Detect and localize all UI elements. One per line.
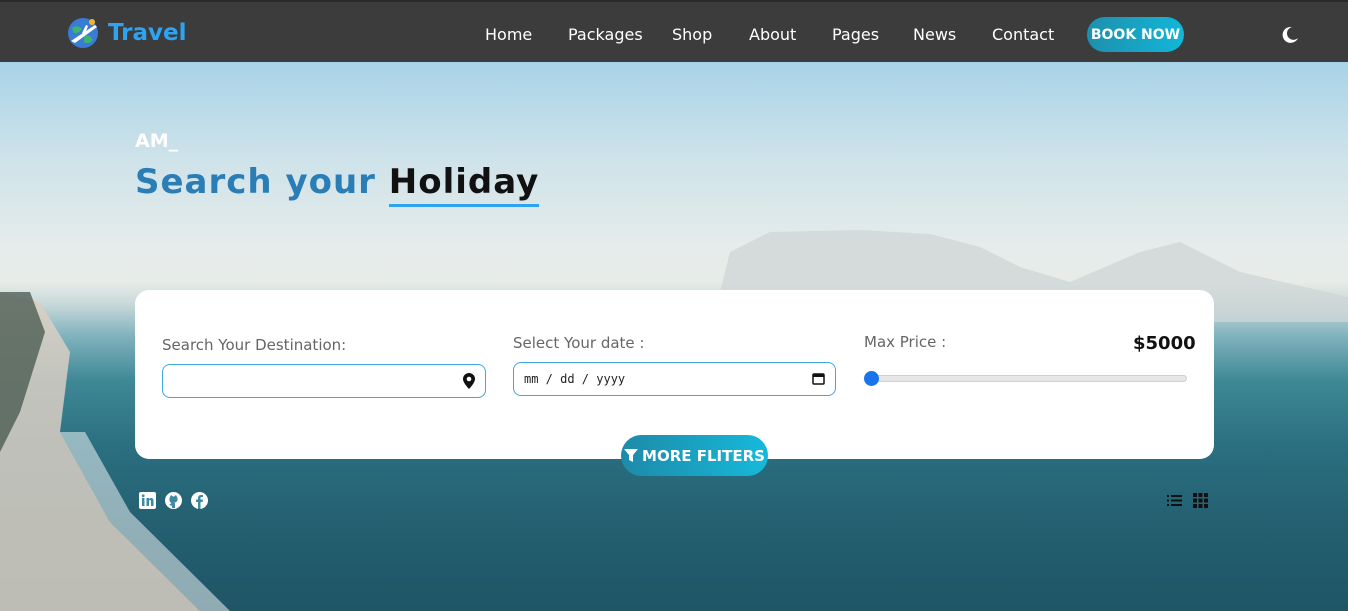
nav-packages[interactable]: Packages	[568, 25, 643, 44]
greeting-text: AM_	[135, 130, 179, 152]
date-input[interactable]: mm / dd / yyyy	[513, 362, 836, 396]
github-icon[interactable]	[165, 492, 182, 509]
headline-part1: Search your	[135, 162, 376, 202]
brand-name: Travel	[108, 20, 187, 46]
more-filters-label: MORE FLITERS	[642, 446, 765, 465]
top-navbar: Travel Home Packages Shop About Pages Ne…	[0, 0, 1348, 62]
book-now-button[interactable]: BOOK NOW	[1087, 17, 1184, 52]
nav-shop[interactable]: Shop	[672, 25, 712, 44]
nav-pages[interactable]: Pages	[832, 25, 879, 44]
destination-input[interactable]	[162, 364, 486, 398]
hero-section: AM_ Search your Holiday Search Your Dest…	[0, 62, 1348, 611]
date-label: Select Your date :	[513, 334, 645, 352]
nav-about[interactable]: About	[749, 25, 796, 44]
price-slider-thumb[interactable]	[864, 371, 879, 386]
list-view-icon[interactable]	[1167, 493, 1182, 508]
brand-logo[interactable]: Travel	[66, 16, 187, 50]
facebook-icon[interactable]	[191, 492, 208, 509]
hero-headline: Search your Holiday	[135, 162, 540, 207]
price-label: Max Price :	[864, 333, 947, 351]
headline-part2: Holiday	[388, 162, 540, 207]
search-card: Search Your Destination: Select Your dat…	[135, 290, 1214, 459]
price-slider-track[interactable]	[866, 375, 1187, 382]
grid-view-icon[interactable]	[1193, 493, 1208, 508]
date-placeholder: mm / dd / yyyy	[524, 372, 626, 386]
nav-news[interactable]: News	[913, 25, 956, 44]
map-pin-icon	[463, 373, 475, 389]
linkedin-icon[interactable]	[139, 492, 156, 509]
filter-icon	[624, 448, 639, 462]
price-value: $5000	[1133, 333, 1196, 354]
globe-plane-icon	[68, 18, 98, 48]
nav-contact[interactable]: Contact	[992, 25, 1054, 44]
destination-label: Search Your Destination:	[162, 336, 347, 354]
more-filters-button[interactable]: MORE FLITERS	[621, 435, 768, 476]
moon-icon[interactable]	[1281, 26, 1299, 44]
nav-home[interactable]: Home	[485, 25, 532, 44]
calendar-icon[interactable]	[812, 372, 825, 385]
